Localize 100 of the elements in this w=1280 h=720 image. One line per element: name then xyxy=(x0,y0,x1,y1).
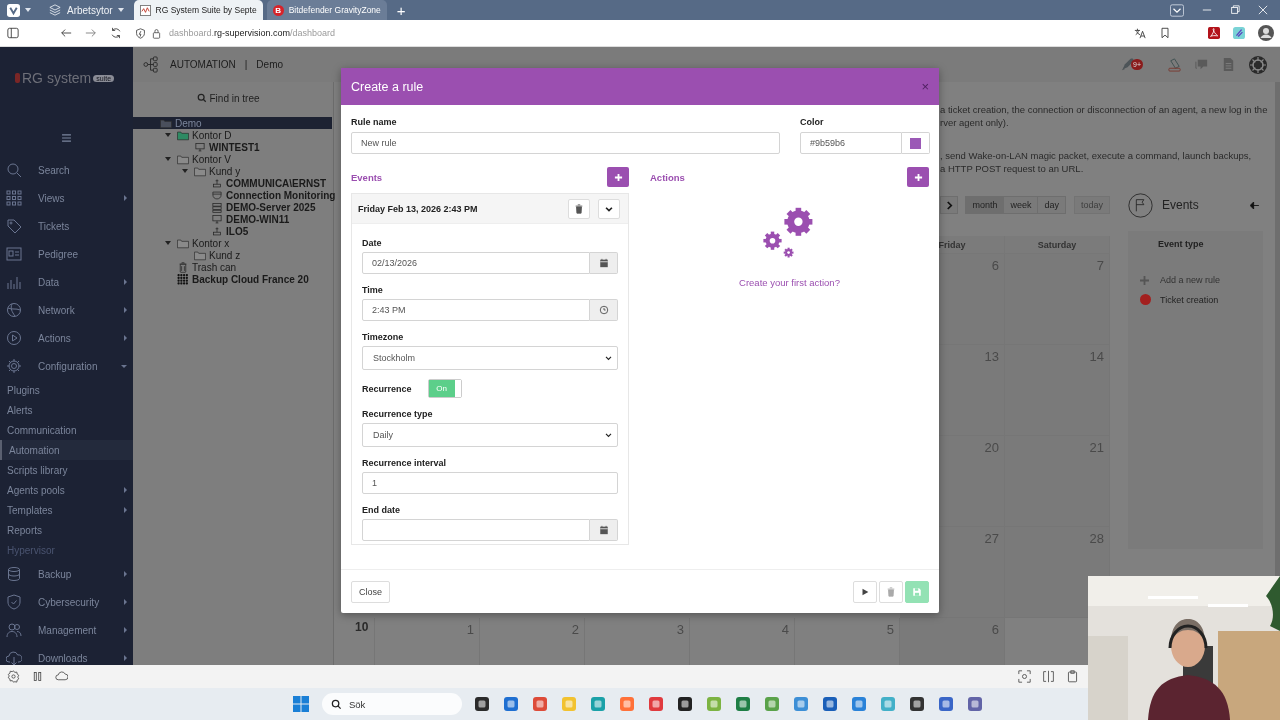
add-event-button[interactable] xyxy=(607,167,629,187)
expand-caret-icon[interactable] xyxy=(165,132,171,138)
maximize-icon[interactable] xyxy=(1230,5,1240,15)
browser-logo-icon[interactable] xyxy=(7,3,20,17)
back-icon[interactable] xyxy=(60,27,72,39)
app-icon[interactable] xyxy=(474,696,490,712)
windows-start-icon[interactable] xyxy=(293,696,309,712)
expand-caret-icon[interactable] xyxy=(165,240,171,246)
app-icon[interactable] xyxy=(909,696,925,712)
select-field[interactable]: Daily xyxy=(362,423,618,447)
sidebar-subitem[interactable]: Reports xyxy=(0,520,133,540)
reload-icon[interactable] xyxy=(110,27,122,39)
run-button[interactable] xyxy=(853,580,877,603)
pdf-extension-icon[interactable] xyxy=(1208,27,1220,39)
extension-icon[interactable] xyxy=(1233,27,1245,39)
sidebar-subitem[interactable]: Templates xyxy=(0,500,133,520)
sidebar-subitem[interactable]: Agents pools xyxy=(0,480,133,500)
sidebar-subitem[interactable]: Automation xyxy=(0,440,133,460)
tree-item[interactable]: Trash can xyxy=(192,261,237,273)
browser-tab[interactable]: B Bitdefender GravityZone xyxy=(266,0,387,20)
color-swatch[interactable] xyxy=(902,132,930,154)
color-field[interactable]: #9b59b6 xyxy=(800,132,902,154)
sidebar-item[interactable]: Cybersecurity xyxy=(0,588,133,616)
pause-icon[interactable] xyxy=(31,670,44,683)
tree-item[interactable]: Kund y xyxy=(209,165,241,177)
next-button[interactable] xyxy=(940,196,959,214)
workspace-label[interactable]: Arbetsytor xyxy=(67,4,113,16)
select-field[interactable]: Stockholm xyxy=(362,346,618,370)
sidebar-item[interactable]: Management xyxy=(0,616,133,644)
screenshot-icon[interactable] xyxy=(1018,670,1031,683)
close-icon[interactable] xyxy=(1258,5,1268,15)
close-button[interactable]: × xyxy=(921,79,929,94)
tree-item[interactable]: Backup Cloud France 20 xyxy=(192,273,309,285)
tree-item[interactable]: Kontor D xyxy=(192,129,232,141)
collapse-button[interactable] xyxy=(598,198,620,219)
sidebar-item[interactable]: Pedigree xyxy=(0,240,133,268)
expand-caret-icon[interactable] xyxy=(165,156,171,162)
taskbar-search-input[interactable]: Sök xyxy=(349,698,429,710)
menu-icon[interactable] xyxy=(62,134,71,142)
tree-item[interactable]: WINTEST1 xyxy=(209,141,260,153)
sidebar-subitem[interactable]: Alerts xyxy=(0,400,133,420)
avatar-icon[interactable] xyxy=(1258,25,1274,41)
translate-icon[interactable] xyxy=(1134,27,1146,39)
view-tab[interactable]: week xyxy=(1003,196,1039,214)
sidebar-item[interactable]: Network xyxy=(0,296,133,324)
back-arrow-icon[interactable] xyxy=(1250,201,1259,209)
gear-logo-icon[interactable] xyxy=(1248,54,1268,75)
sidebar-item[interactable]: Views xyxy=(0,184,133,212)
number-field[interactable]: 1 xyxy=(362,472,618,494)
tree-item[interactable]: DEMO-WIN11 xyxy=(226,213,290,225)
date-field[interactable]: 02/13/2026 xyxy=(362,252,590,274)
forward-icon[interactable] xyxy=(85,27,97,39)
url-text[interactable]: dashboard.rg-supervision.com/dashboard xyxy=(169,28,336,38)
dropdown-icon[interactable] xyxy=(1170,3,1184,17)
add-rule-link[interactable]: Add a new rule xyxy=(1160,275,1221,285)
clipboard-icon[interactable] xyxy=(1066,670,1079,683)
tree-item[interactable]: Kontor V xyxy=(192,153,231,165)
split-view-icon[interactable] xyxy=(1042,670,1055,683)
sidebar-item[interactable]: Search xyxy=(0,156,133,184)
calendar-button[interactable] xyxy=(590,519,618,541)
sidebar-item[interactable]: Tickets xyxy=(0,212,133,240)
app-icon[interactable] xyxy=(677,696,693,712)
taskbar-search-field[interactable]: Sök xyxy=(322,693,462,715)
tree-item[interactable]: DEMO-Server 2025 xyxy=(226,201,316,213)
sidebar-subitem[interactable]: Plugins xyxy=(0,380,133,400)
sidebar-item[interactable]: Configuration xyxy=(0,352,133,380)
sidebar-item[interactable]: Data xyxy=(0,268,133,296)
time-field[interactable]: 2:43 PM xyxy=(362,299,590,321)
create-action-link[interactable]: Create your first action? xyxy=(739,277,840,288)
new-tab-button[interactable]: + xyxy=(396,2,406,18)
calendar-button[interactable] xyxy=(590,252,618,274)
gear-icon[interactable] xyxy=(7,670,20,683)
delete-button[interactable] xyxy=(568,198,590,219)
shield-icon[interactable] xyxy=(135,27,146,39)
date-field[interactable] xyxy=(362,519,590,541)
tree-item[interactable]: ILO5 xyxy=(226,225,249,237)
cloud-icon[interactable] xyxy=(55,670,68,683)
tree-search-input[interactable]: Find in tree xyxy=(209,92,270,104)
add-action-button[interactable] xyxy=(907,167,929,187)
browser-tab[interactable]: RG System Suite by Septe xyxy=(133,0,263,20)
close-button[interactable]: Close xyxy=(351,580,390,603)
tree-item[interactable]: Kontor x xyxy=(192,237,230,249)
tree-item[interactable]: COMMUNICA\ERNST xyxy=(226,177,326,189)
tree-item[interactable]: Kund z xyxy=(209,249,241,261)
tree-search-field[interactable]: Find in tree xyxy=(133,84,333,112)
bookmark-icon[interactable] xyxy=(1159,27,1171,39)
caret-icon[interactable] xyxy=(117,8,124,12)
view-tab[interactable]: month xyxy=(965,196,1005,214)
sidebar-item[interactable]: Actions xyxy=(0,324,133,352)
rule-name-field[interactable]: New rule xyxy=(351,132,780,154)
tree-item[interactable]: Connection Monitoring xyxy=(226,189,336,201)
event-type-item[interactable]: Ticket creation xyxy=(1160,294,1219,305)
caret-icon[interactable] xyxy=(25,8,31,12)
sidebar-subitem[interactable]: Scripts library xyxy=(0,460,133,480)
expand-caret-icon[interactable] xyxy=(182,168,188,174)
tree-item[interactable]: Demo xyxy=(175,117,202,129)
view-tab[interactable]: day xyxy=(1037,196,1066,214)
sidebar-subitem[interactable]: Communication xyxy=(0,420,133,440)
sidebar-toggle-icon[interactable] xyxy=(7,27,19,39)
sidebar-item[interactable]: Backup xyxy=(0,560,133,588)
